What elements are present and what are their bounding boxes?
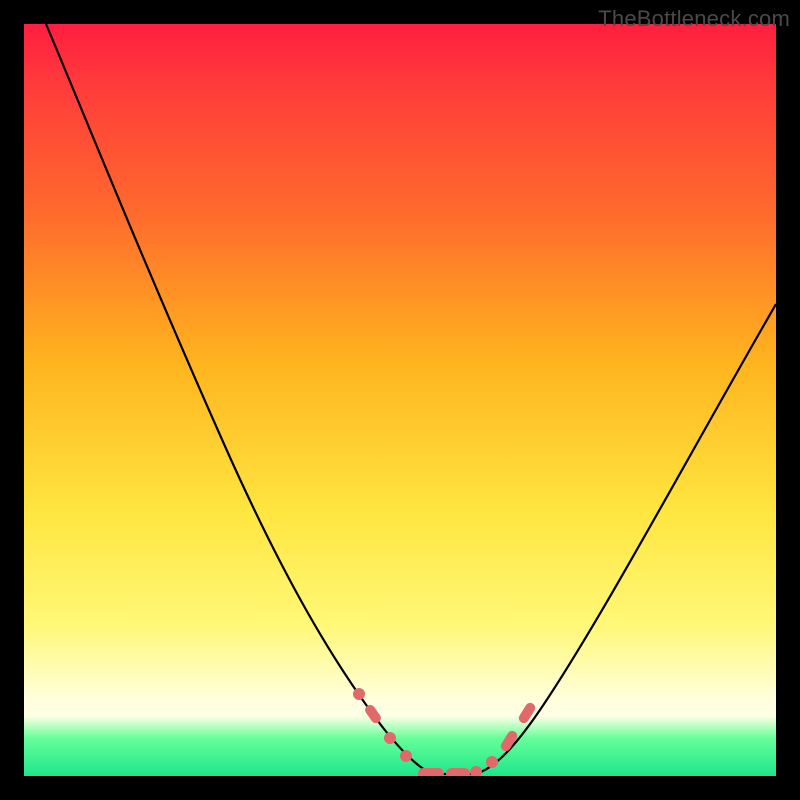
bead-pill [418, 768, 444, 776]
chart-svg [24, 24, 776, 776]
bead-dot [486, 756, 498, 768]
bead-dot [353, 688, 365, 700]
left-curve-path [46, 24, 432, 774]
watermark-text: TheBottleneck.com [598, 6, 790, 32]
bead-pill [517, 701, 537, 725]
chart-plot-area [24, 24, 776, 776]
bead-dot [384, 732, 396, 744]
bead-pill [446, 768, 470, 776]
bead-dot [400, 750, 412, 762]
bead-dot [470, 766, 482, 776]
right-curve-path [476, 304, 776, 774]
